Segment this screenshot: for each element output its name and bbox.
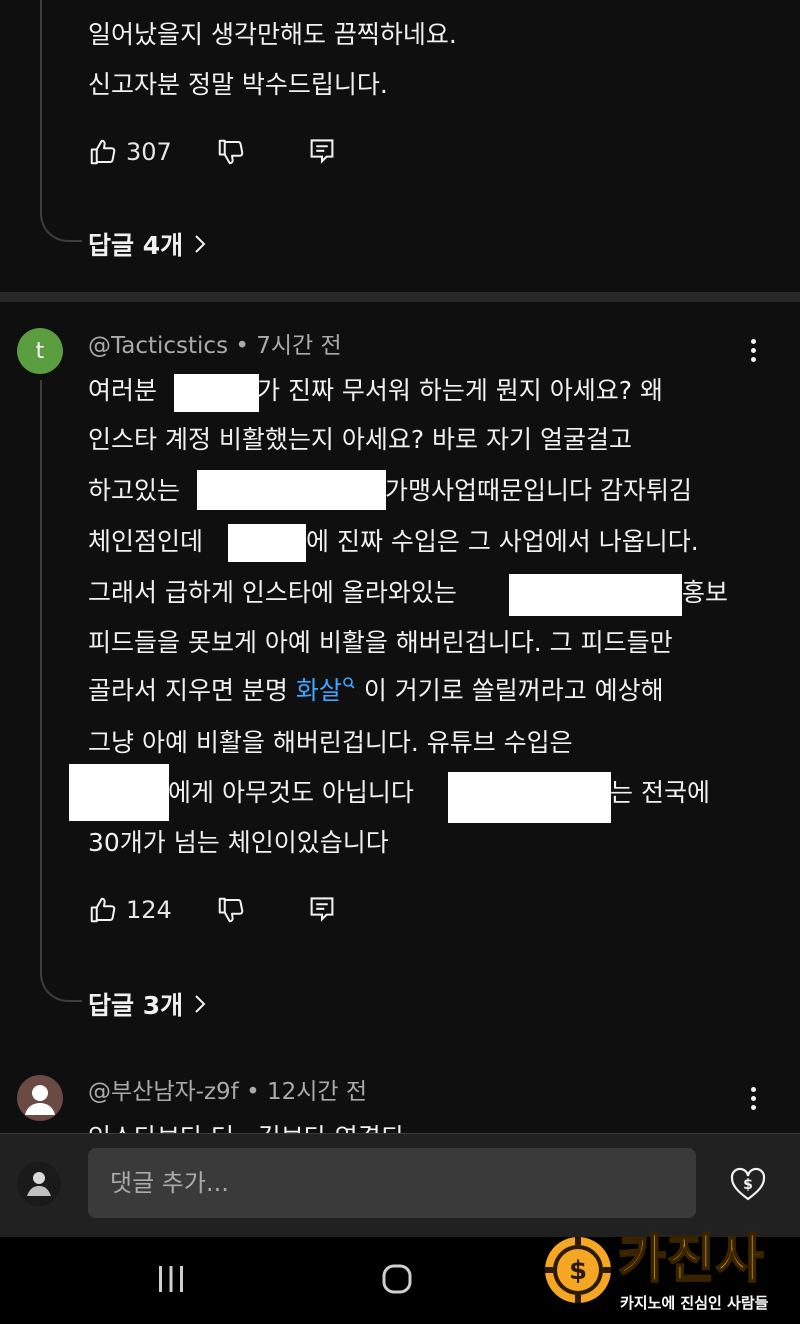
avatar[interactable]: [17, 1075, 63, 1121]
comment-author[interactable]: @Tacticstics: [88, 333, 228, 359]
nav-recents-button[interactable]: [150, 1260, 192, 1298]
comment-author[interactable]: @부산남자-z9f: [88, 1079, 239, 1105]
thread-line: [40, 0, 42, 200]
svg-text:$: $: [743, 1177, 753, 1193]
redaction-box: [448, 772, 611, 823]
comment-input[interactable]: [88, 1148, 696, 1218]
like-button[interactable]: [88, 137, 118, 167]
comment-text-line: 신고자분 정말 박수드립니다.: [88, 70, 388, 99]
replies-label: 답글 4개: [88, 231, 184, 260]
comment-time: 7시간 전: [256, 333, 342, 359]
redaction-box: [69, 764, 169, 821]
reply-button[interactable]: [308, 895, 336, 925]
reply-button[interactable]: [308, 137, 336, 167]
watermark-logo: $ 카진사 카지노에 진심인 사람들: [540, 1226, 796, 1320]
replies-toggle[interactable]: 답글 3개: [88, 982, 207, 1026]
comment-actions: 307: [88, 132, 336, 172]
thumb-up-icon: [90, 139, 116, 165]
like-button[interactable]: [88, 895, 118, 925]
comment-text-line: 일어났을지 생각만해도 끔찍하네요.: [88, 20, 457, 49]
meta-separator: •: [235, 333, 249, 359]
comment-text-line: 는 전국에: [610, 778, 710, 807]
comment-meta: @Tacticstics • 7시간 전: [88, 330, 342, 362]
more-vert-icon[interactable]: [743, 1078, 763, 1118]
comment-text-line: 인스타 계정 비활했는지 아세요? 바로 자기 얼굴걸고: [88, 425, 632, 454]
redaction-box: [197, 470, 386, 510]
comment-text-line: 에 진짜 수입은 그 사업에서 나옵니다.: [306, 527, 699, 556]
thumb-down-icon: [218, 139, 244, 165]
thumb-up-icon: [90, 897, 116, 923]
casino-chip-icon: $: [545, 1237, 611, 1303]
thread-curve: [40, 200, 82, 242]
super-thanks-button[interactable]: $: [724, 1160, 772, 1208]
search-link[interactable]: 화살: [296, 676, 356, 705]
comment-meta: @부산남자-z9f • 12시간 전: [88, 1076, 367, 1108]
replies-label: 답글 3개: [88, 991, 184, 1020]
default-avatar-icon: [25, 1085, 55, 1115]
user-avatar-image: [27, 1172, 51, 1196]
chevron-right-icon: [193, 234, 207, 254]
dislike-button[interactable]: [216, 137, 246, 167]
replies-toggle[interactable]: 답글 4개: [88, 222, 207, 266]
nav-home-icon: [382, 1264, 412, 1294]
comment-actions: 124: [88, 890, 336, 930]
comment-text-segment: 이 거기로 쏠릴꺼라고 예상해: [363, 676, 664, 705]
redaction-box: [228, 524, 306, 562]
comment-text-line: 체인점인데: [88, 527, 204, 556]
comment-text-line: 피드들을 못보게 아예 비활을 해버린겁니다. 그 피드들만: [88, 628, 673, 657]
dislike-button[interactable]: [216, 895, 246, 925]
more-vert-icon[interactable]: [743, 330, 763, 370]
reply-icon: [310, 139, 334, 164]
comment-text-line: 그래서 급하게 인스타에 올라와있는: [88, 578, 457, 607]
comment-text-line: 골라서 지우면 분명 화살 이 거기로 쏠릴꺼라고 예상해: [88, 666, 664, 716]
nav-recents-icon: [159, 1266, 183, 1292]
watermark-tagline: 카지노에 진심인 사람들: [620, 1292, 769, 1313]
super-thanks-icon: $: [730, 1167, 766, 1201]
comment-text-line: 하고있는: [88, 476, 181, 505]
comment-text-line: 30개가 넘는 체인이있습니다: [88, 828, 389, 857]
chevron-right-icon: [193, 994, 207, 1014]
svg-text:$: $: [569, 1256, 587, 1286]
avatar-letter: t: [35, 338, 45, 364]
redaction-box: [174, 374, 259, 412]
avatar[interactable]: t: [17, 328, 63, 374]
comment-divider: [0, 292, 800, 302]
comment-time: 12시간 전: [266, 1079, 368, 1105]
user-avatar[interactable]: [17, 1162, 61, 1206]
meta-separator: •: [246, 1079, 260, 1105]
like-count: 124: [126, 896, 172, 924]
redaction-box: [509, 574, 682, 616]
comment-text-line: 가 진짜 무서워 하는게 뭔지 아세요? 왜: [257, 376, 663, 405]
search-link-icon: [343, 677, 355, 689]
search-link-text: 화살: [295, 676, 342, 705]
comment-text-line: 여러분: [88, 376, 158, 405]
comment-text-line: 가맹사업때문입니다 감자튀김: [385, 476, 692, 505]
comment-input-box[interactable]: [88, 1148, 696, 1218]
watermark-brand: 카진사: [617, 1229, 765, 1291]
comment-text-segment: 골라서 지우면 분명: [88, 676, 288, 705]
thread-line: [40, 380, 42, 970]
thread-curve: [40, 960, 82, 1002]
like-count: 307: [126, 138, 172, 166]
nav-home-button[interactable]: [376, 1258, 418, 1300]
comment-text-line: 에게 아무것도 아닙니다: [168, 778, 414, 807]
reply-icon: [310, 897, 334, 922]
comment-text-line: 홍보: [682, 578, 729, 607]
thumb-down-icon: [218, 897, 244, 923]
comment-text-line: 그냥 아예 비활을 해버린겁니다. 유튜브 수입은: [88, 728, 573, 757]
